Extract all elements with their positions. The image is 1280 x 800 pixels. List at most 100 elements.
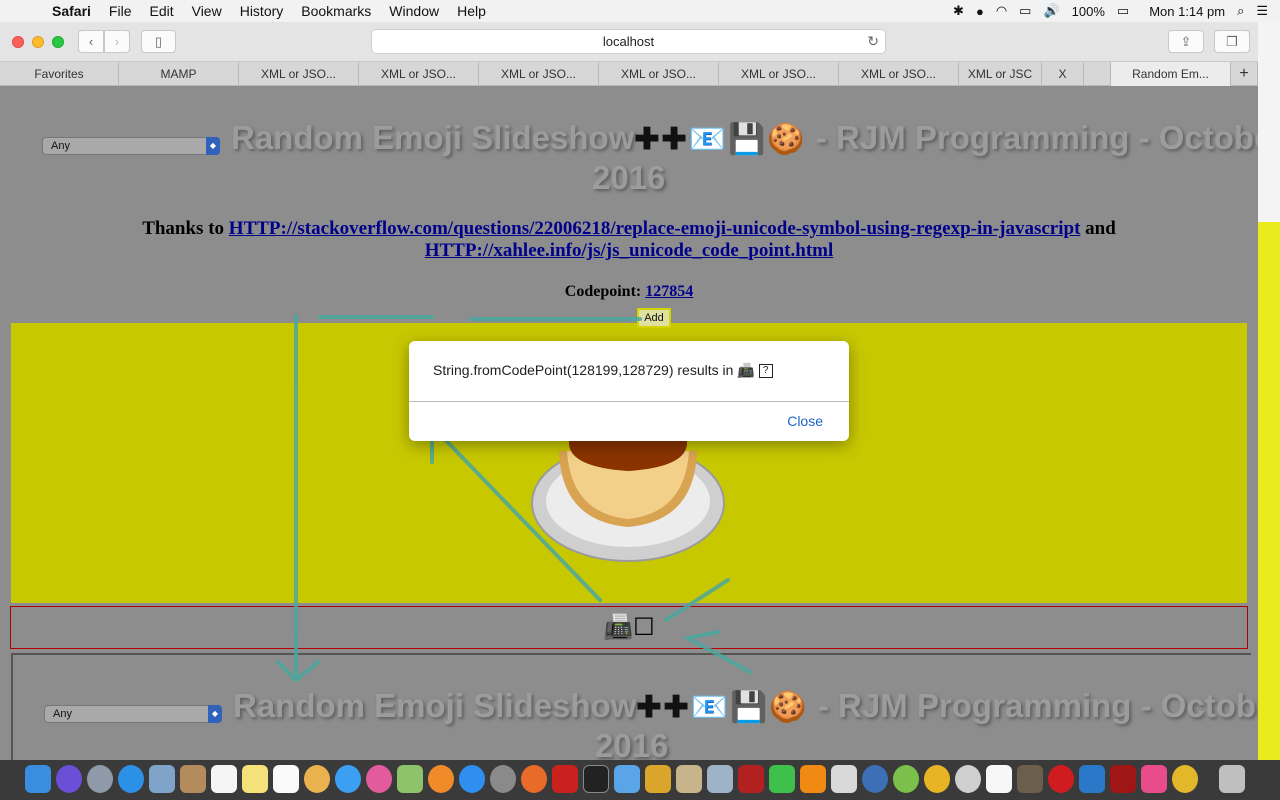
select-arrow-icon: ◆ bbox=[208, 705, 222, 723]
tab-xml-7[interactable]: XML or JSC bbox=[959, 62, 1042, 86]
menu-edit[interactable]: Edit bbox=[149, 3, 173, 19]
sidebar-toggle-button[interactable]: ▯ bbox=[141, 30, 176, 53]
add-button[interactable]: Add bbox=[637, 308, 671, 328]
reload-icon[interactable]: ↻ bbox=[867, 33, 879, 50]
preview-icon[interactable] bbox=[149, 765, 175, 793]
finder-icon[interactable] bbox=[25, 765, 51, 793]
app-store-icon[interactable] bbox=[459, 765, 485, 793]
back-button[interactable]: ‹ bbox=[78, 30, 104, 53]
photo-booth-icon[interactable] bbox=[738, 765, 764, 793]
tab-xml-3[interactable]: XML or JSO... bbox=[479, 62, 599, 86]
unknown-glyph-box: ? bbox=[758, 364, 773, 379]
tab-bar: Favorites MAMP XML or JSO... XML or JSO.… bbox=[0, 62, 1258, 86]
battery-percent[interactable]: 100% bbox=[1072, 4, 1105, 19]
calendar-icon[interactable] bbox=[211, 765, 237, 793]
vlc-icon[interactable] bbox=[800, 765, 826, 793]
category-select-value: Any bbox=[51, 140, 70, 152]
contacts-icon[interactable] bbox=[180, 765, 206, 793]
record-icon[interactable]: ● bbox=[976, 4, 984, 19]
folder-icon[interactable] bbox=[614, 765, 640, 793]
tab-random-emoji[interactable]: Random Em... bbox=[1111, 62, 1231, 86]
tab-xml-4[interactable]: XML or JSO... bbox=[599, 62, 719, 86]
launchpad-icon[interactable] bbox=[87, 765, 113, 793]
flan-emoji-image bbox=[531, 441, 725, 562]
page-title-2-suffix: - RJM Programming - October, bbox=[808, 687, 1258, 724]
select-arrow-icon: ◆ bbox=[206, 137, 220, 155]
android-studio-icon[interactable] bbox=[893, 765, 919, 793]
tab-blank[interactable] bbox=[1084, 62, 1111, 86]
close-button[interactable]: Close bbox=[787, 413, 823, 429]
tab-xml-1[interactable]: XML or JSO... bbox=[239, 62, 359, 86]
forward-button[interactable]: › bbox=[104, 30, 130, 53]
menu-help[interactable]: Help bbox=[457, 3, 486, 19]
volume-icon[interactable]: 🔊 bbox=[1043, 3, 1059, 19]
menu-history[interactable]: History bbox=[240, 3, 284, 19]
menu-file[interactable]: File bbox=[109, 3, 132, 19]
chrome-icon[interactable] bbox=[1172, 765, 1198, 793]
clock[interactable]: Mon 1:14 pm bbox=[1149, 4, 1225, 19]
reminders-icon[interactable] bbox=[273, 765, 299, 793]
dialog-message-text: String.fromCodePoint(128199,128729) resu… bbox=[433, 362, 755, 378]
filezilla-icon[interactable] bbox=[552, 765, 578, 793]
tab-mamp[interactable]: MAMP bbox=[119, 62, 239, 86]
tab-xml-2[interactable]: XML or JSO... bbox=[359, 62, 479, 86]
page-title-suffix: - RJM Programming - October, bbox=[806, 119, 1258, 156]
menu-bookmarks[interactable]: Bookmarks bbox=[301, 3, 371, 19]
category-select[interactable]: Any ◆ bbox=[42, 137, 220, 155]
textwrangler-icon[interactable] bbox=[645, 765, 671, 793]
visual-studio-code-icon[interactable] bbox=[1079, 765, 1105, 793]
category-select-2[interactable]: Any ◆ bbox=[44, 705, 222, 723]
tab-xml-5[interactable]: XML or JSO... bbox=[719, 62, 839, 86]
archive-utility-icon[interactable] bbox=[831, 765, 857, 793]
libreoffice-icon[interactable] bbox=[1141, 765, 1167, 793]
page-title-year: 2016 bbox=[592, 159, 666, 196]
address-bar[interactable]: localhost ↻ bbox=[371, 29, 886, 54]
terminal-icon[interactable] bbox=[583, 765, 609, 793]
thanks-prefix: Thanks to bbox=[142, 218, 229, 239]
tab-overview-button[interactable]: ❐ bbox=[1214, 30, 1250, 53]
tab-xml-6[interactable]: XML or JSO... bbox=[839, 62, 959, 86]
minimize-window-button[interactable] bbox=[32, 36, 44, 48]
codepoint-link[interactable]: 127854 bbox=[645, 283, 693, 300]
image-capture-icon[interactable] bbox=[707, 765, 733, 793]
tab-x[interactable]: X bbox=[1042, 62, 1084, 86]
safari-icon[interactable] bbox=[118, 765, 144, 793]
gimp-icon[interactable] bbox=[955, 765, 981, 793]
stackoverflow-link[interactable]: HTTP://stackoverflow.com/questions/22006… bbox=[229, 218, 1081, 239]
quicktime-icon[interactable] bbox=[862, 765, 888, 793]
opera-icon[interactable] bbox=[1048, 765, 1074, 793]
messages-icon[interactable] bbox=[335, 765, 361, 793]
trash-icon[interactable] bbox=[1219, 765, 1245, 793]
facetime-icon[interactable] bbox=[769, 765, 795, 793]
acrobat-icon[interactable] bbox=[1110, 765, 1136, 793]
siri-icon[interactable] bbox=[56, 765, 82, 793]
photos-icon[interactable] bbox=[304, 765, 330, 793]
notes-icon[interactable] bbox=[242, 765, 268, 793]
zoom-window-button[interactable] bbox=[52, 36, 64, 48]
dialog-divider bbox=[409, 401, 849, 402]
itunes-icon[interactable] bbox=[366, 765, 392, 793]
xcode-icon[interactable] bbox=[924, 765, 950, 793]
gimp-wilber-icon[interactable] bbox=[1017, 765, 1043, 793]
wifi-icon[interactable]: ◠ bbox=[996, 3, 1007, 19]
new-tab-button[interactable]: + bbox=[1231, 62, 1258, 86]
ibooks-icon[interactable] bbox=[428, 765, 454, 793]
page-title-2-text: Random Emoji Slideshow bbox=[233, 687, 637, 724]
notification-center-icon[interactable]: ☰ bbox=[1256, 3, 1268, 19]
menu-view[interactable]: View bbox=[192, 3, 222, 19]
menu-app-name[interactable]: Safari bbox=[52, 3, 91, 19]
close-window-button[interactable] bbox=[12, 36, 24, 48]
airplay-icon[interactable]: ▭ bbox=[1019, 3, 1031, 19]
macos-menu-bar: Safari File Edit View History Bookmarks … bbox=[0, 0, 1280, 22]
firefox-icon[interactable] bbox=[521, 765, 547, 793]
system-preferences-icon[interactable] bbox=[490, 765, 516, 793]
xahlee-link[interactable]: HTTP://xahlee.info/js/js_unicode_code_po… bbox=[425, 240, 834, 261]
menu-window[interactable]: Window bbox=[389, 3, 439, 19]
bluetooth-icon[interactable]: ✱ bbox=[953, 3, 964, 19]
maps-icon[interactable] bbox=[397, 765, 423, 793]
script-editor-icon[interactable] bbox=[676, 765, 702, 793]
tab-favorites[interactable]: Favorites bbox=[0, 62, 119, 86]
spotlight-search-icon[interactable]: ⌕ bbox=[1237, 3, 1244, 19]
share-button[interactable]: ⇪ bbox=[1168, 30, 1204, 53]
textedit-icon[interactable] bbox=[986, 765, 1012, 793]
